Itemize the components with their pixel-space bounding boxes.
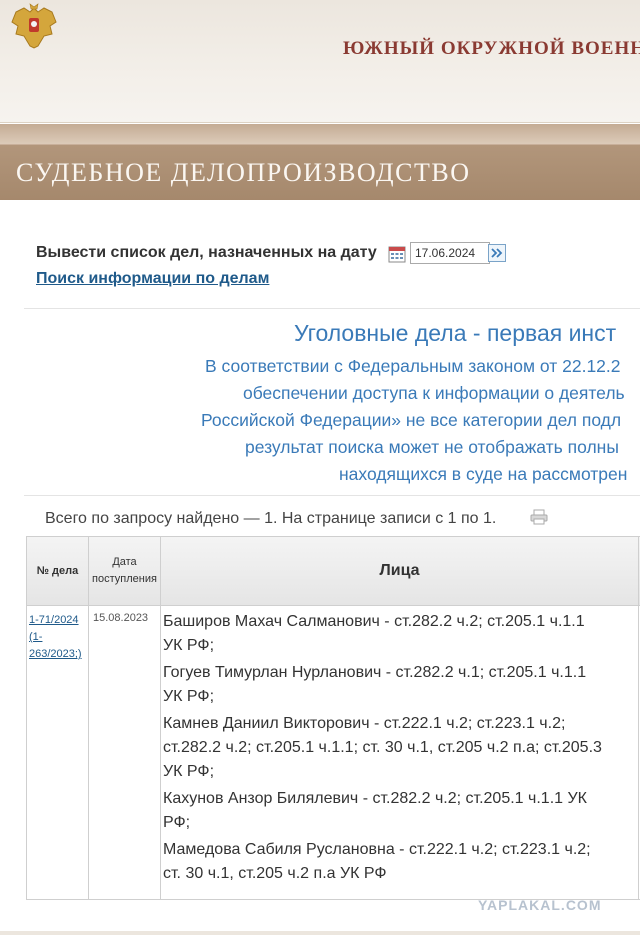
date-input[interactable]	[410, 242, 490, 264]
person-line: УК РФ;	[163, 637, 215, 654]
footer-line	[0, 931, 640, 935]
case-search-link[interactable]: Поиск информации по делам	[36, 270, 269, 288]
notice-line: находящихся в суде на рассмотрен	[339, 464, 628, 484]
case-number-line[interactable]: 1-71/2024	[29, 612, 87, 629]
person-line: Камнев Даниил Викторович - ст.222.1 ч.2;…	[163, 715, 566, 732]
person-line: Мамедова Сабиля Руслановна - ст.222.1 ч.…	[163, 841, 591, 858]
site-header: Южный окружной военн	[0, 0, 640, 123]
header-divider	[0, 124, 640, 144]
cases-table: № дела Дата поступления Лица 1-71/2024 (…	[26, 536, 640, 900]
coat-of-arms-icon	[11, 3, 57, 49]
person-line: ст.282.2 ч.2; ст.205.1 ч.1.1; ст. 30 ч.1…	[163, 739, 602, 756]
table-header: № дела Дата поступления Лица	[27, 536, 640, 606]
column-header-number: № дела	[27, 537, 89, 605]
submit-date-button[interactable]	[488, 244, 506, 262]
divider	[24, 495, 640, 496]
double-chevron-right-icon	[491, 248, 503, 258]
case-number-line[interactable]: 263/2023;)	[29, 646, 87, 663]
table-cell-date: 15.08.2023	[89, 606, 161, 899]
court-name: Южный окружной военн	[343, 38, 640, 59]
person-line: УК РФ;	[163, 763, 215, 780]
calendar-icon[interactable]	[388, 245, 406, 263]
column-header-date-line: поступления	[92, 573, 157, 585]
case-category-heading: Уголовные дела - первая инст	[294, 320, 617, 346]
results-count: Всего по запросу найдено — 1. На страниц…	[45, 510, 497, 527]
table-cell-number: 1-71/2024 (1- 263/2023;)	[27, 606, 89, 899]
section-bar: СУДЕБНОЕ ДЕЛОПРОИЗВОДСТВО	[0, 144, 640, 201]
person-line: Гогуев Тимурлан Нурланович - ст.282.2 ч.…	[163, 664, 587, 681]
table-cell-persons: Баширов Махач Салманович - ст.282.2 ч.2;…	[161, 606, 639, 899]
divider	[24, 308, 640, 309]
notice-line: обеспечении доступа к информации о деяте…	[243, 383, 625, 403]
column-header-date: Дата поступления	[89, 537, 161, 605]
case-number-link[interactable]: 1-71/2024 (1- 263/2023;)	[29, 612, 87, 663]
notice-line: В соответствии с Федеральным законом от …	[205, 356, 621, 376]
main-content: Вывести список дел, назначенных на дату …	[0, 200, 640, 936]
column-header-persons: Лица	[161, 537, 639, 605]
person-line: РФ;	[163, 814, 191, 831]
case-number-line[interactable]: (1-	[29, 629, 87, 646]
print-icon[interactable]	[530, 509, 548, 525]
person-line: ст. 30 ч.1, ст.205 ч.2 п.а УК РФ	[163, 865, 387, 882]
date-filter-label: Вывести список дел, назначенных на дату	[36, 244, 377, 261]
receipt-date: 15.08.2023	[93, 612, 149, 624]
person-line: УК РФ;	[163, 688, 215, 705]
notice-line: Российской Федерации» не все категории д…	[201, 410, 622, 430]
notice-line: результат поиска может не отображать пол…	[245, 437, 619, 457]
watermark: YAPLAKAL.COM	[478, 897, 602, 913]
column-header-date-line: Дата	[112, 556, 137, 568]
section-title: СУДЕБНОЕ ДЕЛОПРОИЗВОДСТВО	[16, 158, 471, 187]
person-line: Баширов Махач Салманович - ст.282.2 ч.2;…	[163, 613, 585, 630]
person-line: Кахунов Анзор Билялевич - ст.282.2 ч.2; …	[163, 790, 587, 807]
